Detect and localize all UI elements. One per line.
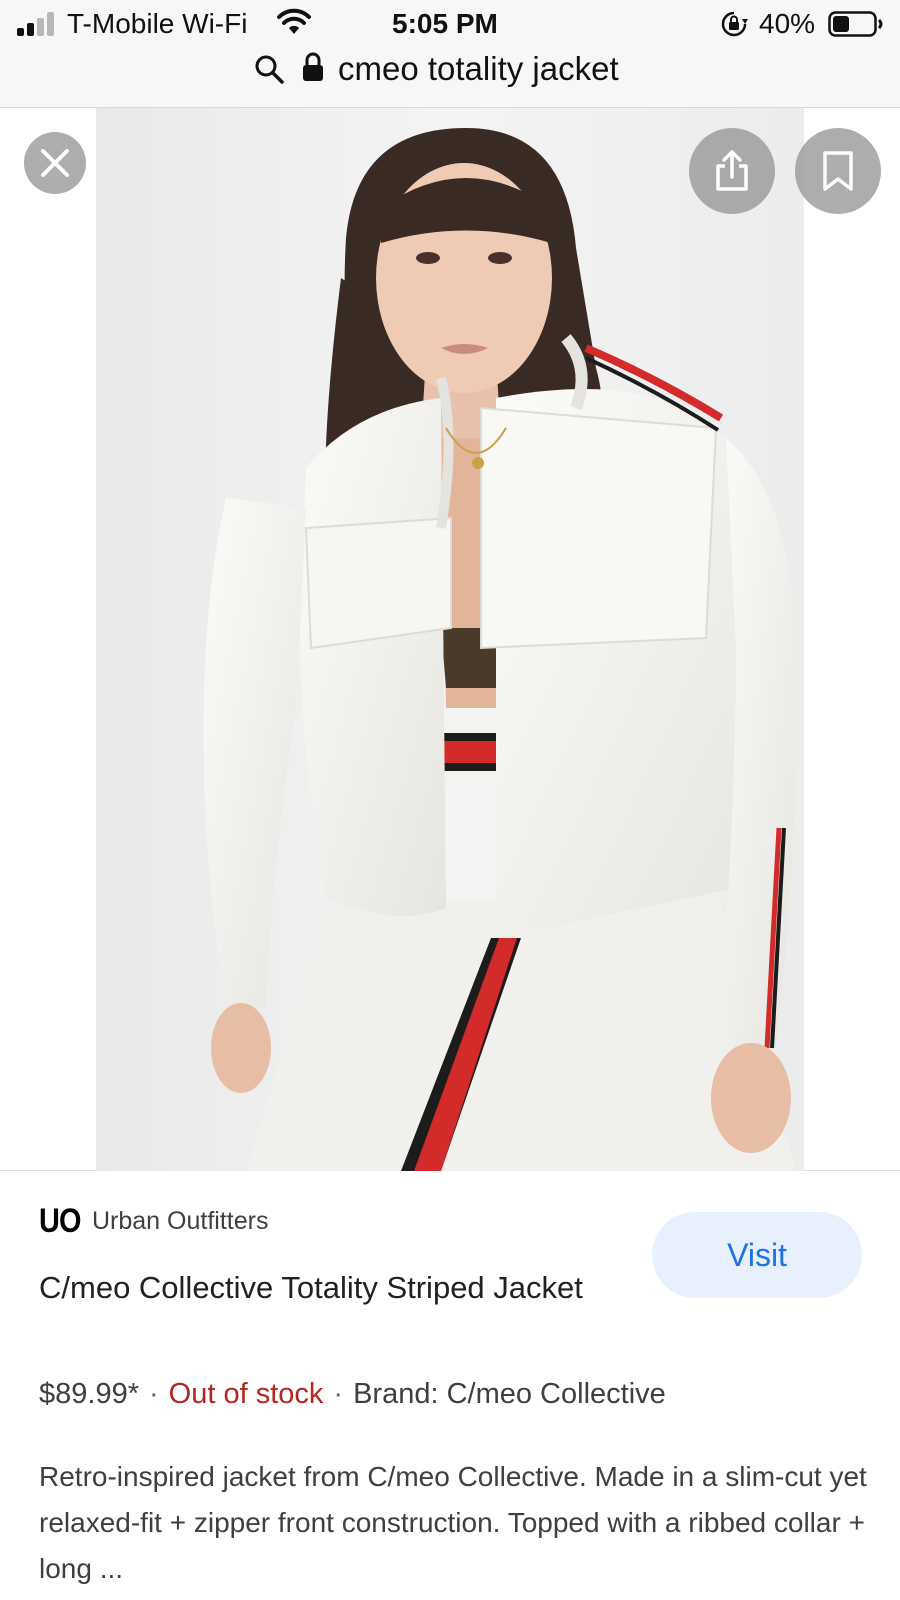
price: $89.99* bbox=[39, 1378, 139, 1410]
share-button[interactable] bbox=[689, 128, 775, 214]
carrier-name: T-Mobile Wi-Fi bbox=[67, 8, 248, 39]
merchant-name: Urban Outfitters bbox=[92, 1207, 269, 1235]
product-photo[interactable] bbox=[96, 108, 804, 1171]
product-title[interactable]: C/meo Collective Totality Striped Jacket bbox=[39, 1264, 619, 1312]
url-bar[interactable]: cmeo totality jacket bbox=[0, 48, 900, 108]
wifi-icon bbox=[277, 8, 311, 34]
bookmark-icon bbox=[823, 151, 853, 191]
status-bar: T-Mobile Wi-Fi 5:05 PM 40% bbox=[0, 0, 900, 48]
search-icon bbox=[255, 55, 284, 84]
visit-button[interactable]: Visit bbox=[652, 1212, 862, 1298]
lock-icon bbox=[303, 52, 323, 81]
orientation-lock-icon bbox=[721, 11, 748, 37]
product-info-panel: UO Urban Outfitters Visit C/meo Collecti… bbox=[0, 1172, 900, 1600]
close-icon bbox=[41, 149, 69, 177]
stock-status: Out of stock bbox=[168, 1378, 324, 1410]
share-icon bbox=[716, 150, 748, 191]
save-button[interactable] bbox=[795, 128, 881, 214]
image-viewer bbox=[0, 108, 900, 1171]
battery-icon bbox=[828, 11, 883, 37]
search-query[interactable]: cmeo totality jacket bbox=[338, 50, 619, 88]
merchant-logo: UO bbox=[39, 1202, 82, 1240]
brand: Brand: C/meo Collective bbox=[353, 1378, 666, 1410]
battery-percent: 40% bbox=[759, 8, 816, 39]
merchant-row: UO Urban Outfitters bbox=[39, 1202, 268, 1241]
separator: · bbox=[149, 1378, 159, 1410]
product-meta: $89.99* · Out of stock · Brand: C/meo Collec… bbox=[39, 1378, 666, 1411]
clock: 5:05 PM bbox=[392, 8, 498, 39]
product-description: Retro-inspired jacket from C/meo Collect… bbox=[39, 1461, 867, 1584]
separator: · bbox=[333, 1378, 344, 1410]
signal-icon bbox=[17, 12, 57, 36]
close-button[interactable] bbox=[24, 132, 86, 194]
